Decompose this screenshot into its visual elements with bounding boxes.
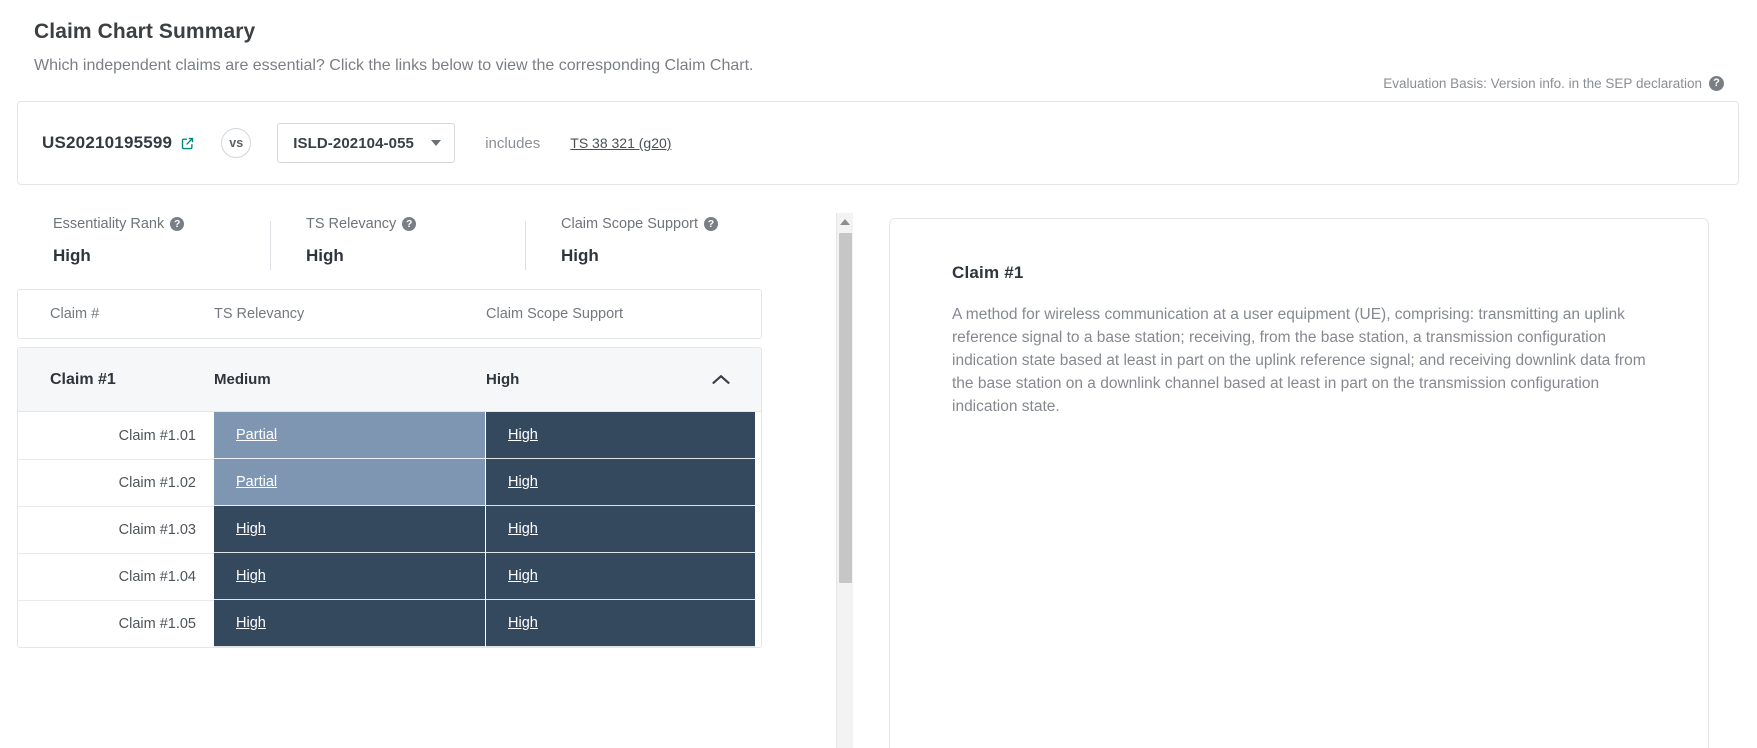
column-header-claim-scope-support: Claim Scope Support (486, 306, 624, 322)
stat-label: TS Relevancy ? (306, 216, 525, 232)
page-subtitle: Which independent claims are essential? … (34, 57, 754, 74)
page-header: Claim Chart Summary Which independent cl… (0, 0, 1757, 77)
evaluation-basis-label: Evaluation Basis: Version info. in the S… (1383, 76, 1702, 91)
claims-table-header: Claim # TS Relevancy Claim Scope Support (17, 289, 762, 339)
claim-scope-support-cell[interactable]: High (486, 412, 756, 459)
claim-scope-support-cell[interactable]: High (486, 600, 756, 647)
ts-relevancy-cell[interactable]: Partial (214, 459, 486, 506)
chevron-down-icon (431, 140, 442, 146)
stat-label: Claim Scope Support ? (561, 216, 785, 232)
claim-scope-support-link[interactable]: High (508, 521, 538, 537)
table-row: Claim #1.01 Partial High (18, 412, 761, 459)
claim-scope-support-cell[interactable]: High (486, 553, 756, 600)
declaration-dropdown-value: ISLD-202104-055 (293, 134, 414, 152)
claim-id-cell: Claim #1.01 (18, 412, 214, 459)
scroll-up-arrow-icon[interactable] (837, 213, 853, 230)
stat-label-text: Essentiality Rank (53, 216, 165, 232)
stat-value: High (306, 246, 344, 265)
claim-scope-support-link[interactable]: High (508, 474, 538, 490)
includes-label: includes (485, 134, 541, 152)
claim-detail-panel: Claim #1 A method for wireless communica… (889, 218, 1709, 748)
patent-number-label: US20210195599 (42, 133, 173, 152)
claim-scope-support-link[interactable]: High (508, 615, 538, 631)
claim-group: Claim #1 Medium High Claim #1.01 Partial H… (17, 347, 762, 648)
stat-label-text: TS Relevancy (306, 216, 397, 232)
scrollbar-thumb[interactable] (839, 233, 852, 583)
help-icon[interactable]: ? (704, 217, 719, 231)
ts-relevancy-link[interactable]: Partial (236, 427, 277, 443)
external-link-icon[interactable] (180, 136, 195, 151)
help-icon[interactable]: ? (402, 217, 417, 231)
help-icon[interactable]: ? (170, 217, 185, 231)
ts-relevancy-cell[interactable]: High (214, 553, 486, 600)
vertical-scrollbar[interactable] (836, 213, 853, 748)
table-row: Claim #1.03 High High (18, 506, 761, 553)
claim-group-header[interactable]: Claim #1 Medium High (18, 348, 761, 412)
table-row: Claim #1.04 High High (18, 553, 761, 600)
claim-group-label: Claim #1 (50, 370, 116, 388)
claims-table: Claim # TS Relevancy Claim Scope Support… (17, 289, 762, 648)
claim-id-cell: Claim #1.03 (18, 506, 214, 553)
claim-chart-summary-page: Claim Chart Summary Which independent cl… (0, 0, 1757, 748)
claim-scope-support-link[interactable]: High (508, 568, 538, 584)
claim-group-ts-relevancy: Medium (214, 371, 271, 388)
ts-relevancy-cell[interactable]: High (214, 600, 486, 647)
comparison-bar: US20210195599 vs ISLD-202104-055 include… (17, 101, 1739, 185)
declaration-dropdown[interactable]: ISLD-202104-055 (277, 123, 456, 163)
stat-label: Essentiality Rank ? (53, 216, 270, 232)
claim-detail-title: Claim #1 (952, 263, 1024, 282)
column-header-ts-relevancy: TS Relevancy (214, 306, 305, 322)
claim-detail-text: A method for wireless communication at a… (952, 306, 1646, 415)
claim-subrows: Claim #1.01 Partial High Claim #1.02 Partial… (18, 412, 761, 647)
claim-scope-support-cell[interactable]: High (486, 506, 756, 553)
claim-id-cell: Claim #1.02 (18, 459, 214, 506)
evaluation-basis: Evaluation Basis: Version info. in the S… (1383, 76, 1724, 91)
page-title: Claim Chart Summary (34, 20, 256, 43)
claim-scope-support-cell[interactable]: High (486, 459, 756, 506)
chevron-up-icon[interactable] (701, 373, 741, 386)
ts-relevancy-link[interactable]: High (236, 568, 266, 584)
spec-link[interactable]: TS 38 321 (g20) (570, 135, 671, 151)
ts-relevancy-link[interactable]: High (236, 615, 266, 631)
help-icon[interactable]: ? (1709, 76, 1724, 91)
ts-relevancy-cell[interactable]: High (214, 506, 486, 553)
table-row: Claim #1.02 Partial High (18, 459, 761, 506)
claim-id-cell: Claim #1.04 (18, 553, 214, 600)
claim-scope-support-link[interactable]: High (508, 427, 538, 443)
claim-group-scope-support: High (486, 371, 520, 388)
table-row: Claim #1.05 High High (18, 600, 761, 647)
stat-essentiality-rank: Essentiality Rank ? High (17, 216, 270, 266)
column-header-claim: Claim # (50, 306, 100, 322)
patent-number: US20210195599 (42, 133, 195, 153)
stats-row: Essentiality Rank ? High TS Relevancy ? … (17, 207, 852, 289)
claims-pane: Essentiality Rank ? High TS Relevancy ? … (17, 207, 852, 748)
stat-value: High (53, 246, 91, 265)
stat-label-text: Claim Scope Support (561, 216, 699, 232)
stat-ts-relevancy: TS Relevancy ? High (270, 216, 525, 270)
ts-relevancy-link[interactable]: High (236, 521, 266, 537)
ts-relevancy-link[interactable]: Partial (236, 474, 277, 490)
claim-id-cell: Claim #1.05 (18, 600, 214, 647)
vs-badge: vs (221, 128, 252, 158)
stat-claim-scope-support: Claim Scope Support ? High (525, 216, 785, 270)
stat-value: High (561, 246, 599, 265)
ts-relevancy-cell[interactable]: Partial (214, 412, 486, 459)
